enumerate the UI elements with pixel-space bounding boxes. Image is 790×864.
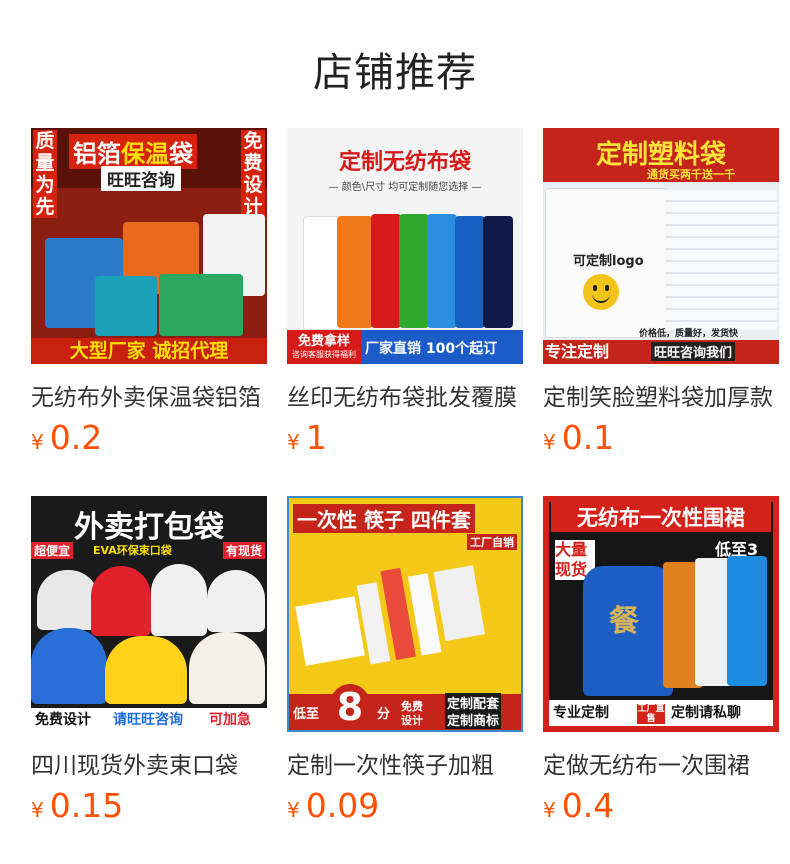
product-card[interactable]: 一次性 筷子 四件套 工厂自销 低至 8 分 免费设计 定制配套 定制商标 定制… xyxy=(287,496,523,825)
price-value: 0.09 xyxy=(305,786,380,825)
image-footer-left: 专注定制 xyxy=(545,342,610,361)
image-tag-mid: EVA环保束口袋 xyxy=(93,544,172,557)
product-card[interactable]: 定制塑料袋 通货买两千送一千 可定制logo 价格低，质量好，发货快 专注定制 … xyxy=(543,128,779,457)
product-name[interactable]: 四川现货外卖束口袋 xyxy=(31,746,267,780)
image-footer-2: 请旺旺咨询 xyxy=(113,712,183,728)
image-banner-3: 袋 xyxy=(169,140,193,168)
currency-symbol: ¥ xyxy=(543,798,556,822)
currency-symbol: ¥ xyxy=(287,430,300,454)
product-card[interactable]: 铝箔保温袋 旺旺咨询 质量为先 免费设计 大型厂家 诚招代理 无纺布外卖保温袋铝… xyxy=(31,128,267,457)
product-image[interactable]: 铝箔保温袋 旺旺咨询 质量为先 免费设计 大型厂家 诚招代理 xyxy=(31,128,267,364)
price-value: 0.2 xyxy=(49,418,103,457)
price-value: 1 xyxy=(305,418,327,457)
image-footer: 大型厂家 诚招代理 xyxy=(31,338,267,364)
product-card[interactable]: 外卖打包袋 超便宜 EVA环保束口袋 有现货 免费设计 请旺旺咨询 可加急 四川… xyxy=(31,496,267,825)
product-image[interactable]: 无纺布一次性围裙 大量现货 低至3毛起 餐 专业定制 工厂直售 定制请私聊 xyxy=(543,496,779,732)
image-apron-text: 餐 xyxy=(609,604,639,639)
image-unit: 分 xyxy=(377,707,391,722)
currency-symbol: ¥ xyxy=(31,798,44,822)
image-right-tag: 免费设计 xyxy=(241,130,265,218)
section-title: 店铺推荐 xyxy=(313,50,477,96)
image-footer-left: 专业定制 xyxy=(553,705,609,721)
image-sub: 旺旺咨询 xyxy=(101,166,181,191)
image-banner-1: 铝箔 xyxy=(73,140,121,168)
product-name[interactable]: 定制笑脸塑料袋加厚款 xyxy=(543,378,779,412)
image-banner: 无纺布一次性围裙 xyxy=(551,502,771,532)
image-footer-3: 可加急 xyxy=(209,712,251,728)
currency-symbol: ¥ xyxy=(31,430,44,454)
image-tag-right: 有现货 xyxy=(222,542,265,559)
image-big-number: 8 xyxy=(329,684,371,730)
image-banner: 外卖打包袋 xyxy=(74,510,224,545)
product-name[interactable]: 无纺布外卖保温袋铝箔 xyxy=(31,378,267,412)
product-name[interactable]: 丝印无纺布袋批发覆膜 xyxy=(287,378,523,412)
image-footer-right: 旺旺咨询我们 xyxy=(651,342,736,361)
product-price: ¥0.1 xyxy=(543,418,614,457)
image-footer-1: 免费设计 xyxy=(35,712,91,728)
image-corner: 工厂自销 xyxy=(467,534,517,550)
product-price: ¥0.4 xyxy=(543,786,614,825)
product-name[interactable]: 定制一次性筷子加粗 xyxy=(287,746,523,780)
product-image[interactable]: 定制塑料袋 通货买两千送一千 可定制logo 价格低，质量好，发货快 专注定制 … xyxy=(543,128,779,364)
image-tag-left: 超便宜 xyxy=(31,542,74,559)
image-banner-2: 保温 xyxy=(121,140,169,168)
image-sub: 通货买两千送一千 xyxy=(647,168,735,181)
image-free: 免费设计 xyxy=(401,700,423,727)
product-price: ¥1 xyxy=(287,418,327,457)
image-banner: 一次性 筷子 四件套 xyxy=(293,504,475,533)
price-value: 0.15 xyxy=(49,786,124,825)
image-note: 价格低，质量好，发货快 xyxy=(639,329,739,339)
image-left-tag: 质量为先 xyxy=(33,130,57,218)
product-price: ¥0.2 xyxy=(31,418,102,457)
product-name[interactable]: 定做无纺布一次围裙 xyxy=(543,746,779,780)
product-card[interactable]: 定制无纺布袋 — 颜色\尺寸 均可定制随您选择 — 免费拿样 咨询客服获得福利 … xyxy=(287,128,523,457)
product-image[interactable]: 外卖打包袋 超便宜 EVA环保束口袋 有现货 免费设计 请旺旺咨询 可加急 xyxy=(31,496,267,732)
currency-symbol: ¥ xyxy=(543,430,556,454)
product-image[interactable]: 一次性 筷子 四件套 工厂自销 低至 8 分 免费设计 定制配套 定制商标 xyxy=(287,496,523,732)
currency-symbol: ¥ xyxy=(287,798,300,822)
price-value: 0.1 xyxy=(561,418,615,457)
product-price: ¥0.09 xyxy=(287,786,379,825)
image-banner: 定制无纺布袋 xyxy=(338,150,471,175)
image-bag-text: 可定制logo xyxy=(573,254,644,269)
product-image[interactable]: 定制无纺布袋 — 颜色\尺寸 均可定制随您选择 — 免费拿样 咨询客服获得福利 … xyxy=(287,128,523,364)
image-footer-right: 定制请私聊 xyxy=(671,705,741,721)
image-badge: 免费拿样 xyxy=(297,334,350,349)
product-card[interactable]: 无纺布一次性围裙 大量现货 低至3毛起 餐 专业定制 工厂直售 定制请私聊 定做… xyxy=(543,496,779,825)
image-footer-mid: 工厂直售 xyxy=(637,704,665,724)
product-price: ¥0.15 xyxy=(31,786,123,825)
image-low: 低至 xyxy=(293,707,320,722)
price-value: 0.4 xyxy=(561,786,615,825)
image-footer: 厂家直销 100个起订 xyxy=(365,341,498,357)
image-badge-sub: 咨询客服获得福利 xyxy=(292,350,356,359)
smiley-icon xyxy=(583,274,619,310)
image-right-2: 定制商标 xyxy=(445,710,502,729)
image-sub: — 颜色\尺寸 均可定制随您选择 — xyxy=(328,182,482,193)
